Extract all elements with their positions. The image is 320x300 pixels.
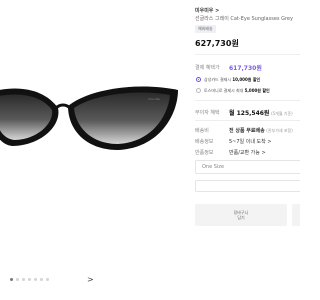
discount-option-text: 토스머니로 결제시 최대 5,000원 할인 [204,88,270,94]
installment-amount: 월 125,546원 [229,110,270,117]
divider [195,120,300,121]
shipping-value: 전 상품 무료배송 (관부가세 포함) [229,127,293,134]
brand-link[interactable]: 미우미우 > [195,7,219,14]
size-select-value: One Size [202,164,225,170]
discount-option-radio[interactable] [196,77,201,82]
gallery-dot[interactable] [28,278,31,281]
sunglasses-image[interactable]: miu miu [0,86,182,156]
installment-label: 무이자 혜택 [195,110,220,116]
shipping-badge: 해외배송 [195,25,216,33]
product-info-panel: 미우미우 > 선글라스 그레이 Cat-Eye Sunglasses Grey … [192,0,300,300]
add-to-cart-button[interactable]: 장바구니 담기 [195,204,287,226]
gallery-dots [10,278,49,281]
gallery-dot[interactable] [16,278,19,281]
discount-option-amount: 10,000원 할인 [232,77,261,82]
shipping-label: 배송비 [195,128,209,134]
gallery-dot[interactable] [34,278,37,281]
discount-price: 617,730원 [229,65,262,72]
product-title: 선글라스 그레이 Cat-Eye Sunglasses Grey [195,16,293,22]
size-select[interactable]: One Size [195,160,300,174]
divider [195,54,300,55]
delivery-link[interactable]: 5~7일 이내 도착 > [229,138,272,145]
selection-box [195,180,300,192]
discount-option-text: 삼성카드 결제시 10,000원 할인 [204,77,260,83]
delivery-label: 배송정보 [195,139,214,145]
installment-value: 월 125,546원 (5개월 기준) [229,108,293,117]
gallery-dot[interactable] [10,278,13,281]
next-arrow-icon[interactable]: > [87,275,94,285]
return-link[interactable]: 반품/교환 가능 > [229,149,266,156]
return-label: 반품정보 [195,150,214,156]
gallery-dot[interactable] [40,278,43,281]
discount-label: 결제 혜택가 [195,65,220,71]
discount-option-amount: 5,000원 할인 [244,88,270,93]
installment-note: (5개월 기준) [271,111,293,116]
discount-option-radio[interactable] [196,88,201,93]
product-price: 627,730원 [195,39,239,48]
add-to-cart-label: 장바구니 담기 [233,210,249,220]
gallery-dot[interactable] [46,278,49,281]
product-gallery: miu miu > [0,0,182,300]
discount-option-prefix: 토스머니로 결제시 최대 [204,88,245,93]
shipping-note: (관부가세 포함) [266,128,293,133]
divider [195,100,300,101]
shipping-text: 전 상품 무료배송 [229,128,265,134]
svg-text:miu miu: miu miu [148,97,160,101]
buy-now-button[interactable] [292,204,300,226]
discount-option-prefix: 삼성카드 결제시 [204,77,233,82]
gallery-dot[interactable] [22,278,25,281]
